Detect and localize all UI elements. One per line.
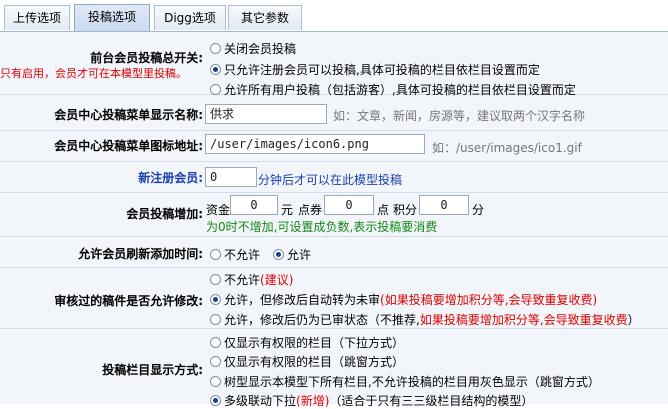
- points-input[interactable]: 0: [419, 195, 469, 215]
- row-menu-name: 会员中心投稿菜单显示名称: 供求 如：文章，新闻，房源等，建议取两个汉字名称: [0, 97, 668, 131]
- column-display-option-popup[interactable]: 仅显示有权限的栏目（跳窗方式）: [210, 353, 404, 370]
- menu-name-label: 会员中心投稿菜单显示名称:: [54, 108, 203, 122]
- reward-note: 为0时不增加,可设置成负数,表示投稿要消费: [206, 220, 438, 234]
- column-display-label: 投稿栏目显示方式:: [102, 363, 203, 377]
- points-label: 积分: [393, 203, 418, 217]
- modify-option-keep[interactable]: 允许，修改后仍为已审状态（不推荐, 如果投稿要增加积分等,会导致重复收费）: [210, 311, 640, 328]
- radio-modify-unreview[interactable]: [210, 294, 221, 305]
- master-switch-option-members[interactable]: 只允许注册会员可以投稿,具体可投稿的栏目依栏目设置而定: [210, 61, 540, 78]
- reward-label: 会员投稿增加:: [126, 207, 203, 221]
- new-member-label: 新注册会员:: [138, 171, 203, 185]
- master-switch-label: 前台会员投稿总开关:: [90, 51, 203, 65]
- menu-name-hint: 如：文章，新闻，房源等，建议取两个汉字名称: [333, 109, 586, 123]
- funds-label: 资金: [206, 203, 231, 217]
- menu-icon-label: 会员中心投稿菜单图标地址:: [54, 139, 203, 153]
- coupon-unit: 点: [377, 203, 390, 217]
- menu-icon-input[interactable]: /user/images/icon6.png: [205, 134, 425, 154]
- radio-column-dropdown[interactable]: [210, 337, 221, 348]
- tab-submission-options[interactable]: 投稿选项: [74, 4, 150, 32]
- radio-master-off[interactable]: [210, 43, 221, 54]
- refresh-label: 允许会员刷新添加时间:: [78, 247, 203, 261]
- radio-column-tree[interactable]: [210, 376, 221, 387]
- column-display-option-dropdown[interactable]: 仅显示有权限的栏目（下拉方式）: [210, 334, 404, 351]
- tab-upload-options[interactable]: 上传选项: [4, 5, 70, 30]
- funds-unit: 元: [281, 203, 294, 217]
- funds-input[interactable]: 0: [230, 195, 278, 215]
- radio-modify-keep[interactable]: [210, 314, 221, 325]
- radio-column-popup[interactable]: [210, 356, 221, 367]
- menu-icon-hint: 如：/user/images/ico1.gif: [432, 141, 582, 155]
- row-master-switch: 前台会员投稿总开关: 只有启用，会员才可在本模型里投稿。 关闭会员投稿 只允许注…: [0, 32, 668, 98]
- master-switch-note: 只有启用，会员才可在本模型里投稿。: [0, 67, 187, 80]
- radio-modify-deny[interactable]: [210, 274, 221, 285]
- tab-bar: 上传选项 投稿选项 Digg选项 其它参数: [0, 0, 668, 32]
- modify-option-unreview[interactable]: 允许，但修改后自动转为未审 (如果投稿要增加积分等,会导致重复收费): [210, 291, 597, 308]
- radio-column-cascade[interactable]: [210, 395, 221, 406]
- row-menu-icon: 会员中心投稿菜单图标地址: /user/images/icon6.png 如：/…: [0, 131, 668, 162]
- radio-refresh-deny[interactable]: [210, 249, 221, 260]
- radio-master-all[interactable]: [210, 84, 221, 95]
- new-member-suffix: 分钟后才可以在此模型投稿: [258, 173, 403, 187]
- row-reward: 会员投稿增加: 资金 0 元 点券 0 点 积分 0 分 为0时不增加,可设置成…: [0, 193, 668, 237]
- radio-master-members[interactable]: [210, 64, 221, 75]
- row-column-display: 投稿栏目显示方式: 仅显示有权限的栏目（下拉方式） 仅显示有权限的栏目（跳窗方式…: [0, 329, 668, 409]
- column-display-option-cascade[interactable]: 多级联动下拉 (新增) （适合于只有三三级栏目结构的模型）: [210, 392, 533, 409]
- coupon-label: 点券: [298, 203, 323, 217]
- new-member-minutes-input[interactable]: 0: [205, 167, 257, 187]
- points-unit: 分: [472, 203, 485, 217]
- row-modify: 审核过的稿件是否允许修改: 不允许 (建议) 允许，但修改后自动转为未审 (如果投稿…: [0, 268, 668, 329]
- coupon-input[interactable]: 0: [324, 195, 374, 215]
- modify-label: 审核过的稿件是否允许修改:: [54, 294, 203, 308]
- menu-name-input[interactable]: 供求: [205, 104, 327, 124]
- tab-other-params[interactable]: 其它参数: [228, 5, 302, 30]
- column-display-option-tree[interactable]: 树型显示本模型下所有栏目,不允许投稿的栏目用灰色显示（跳窗方式）: [210, 373, 600, 390]
- master-switch-option-all[interactable]: 允许所有用户投稿（包括游客）,具体可投稿的栏目依栏目设置而定: [210, 81, 576, 98]
- refresh-option-allow[interactable]: 允许: [273, 246, 311, 263]
- modify-option-deny[interactable]: 不允许 (建议): [210, 271, 293, 288]
- refresh-option-deny[interactable]: 不允许: [210, 246, 260, 263]
- radio-refresh-allow[interactable]: [273, 249, 284, 260]
- row-refresh: 允许会员刷新添加时间: 不允许 允许: [0, 237, 668, 268]
- settings-panel: 前台会员投稿总开关: 只有启用，会员才可在本模型里投稿。 关闭会员投稿 只允许注…: [0, 32, 668, 408]
- tab-digg-options[interactable]: Digg选项: [154, 5, 226, 30]
- master-switch-option-off[interactable]: 关闭会员投稿: [210, 40, 296, 57]
- row-new-member: 新注册会员: 0 分钟后才可以在此模型投稿: [0, 162, 668, 193]
